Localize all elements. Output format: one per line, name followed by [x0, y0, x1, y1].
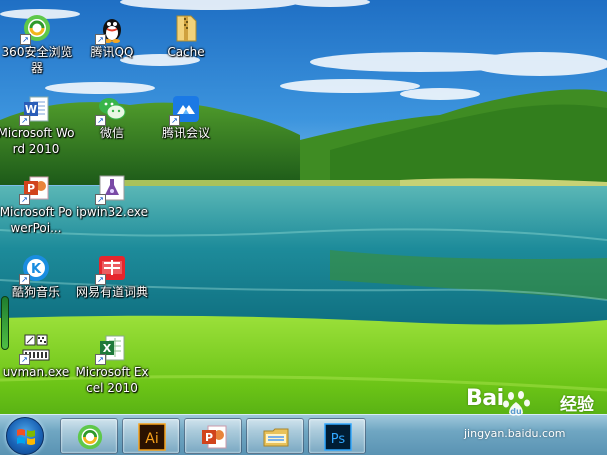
icon-label: 微信 [99, 126, 124, 140]
icon-label: Cache [167, 45, 205, 59]
taskbar-powerpoint[interactable]: P [184, 418, 242, 454]
powerpoint-label: P [205, 431, 213, 444]
qq-penguin-icon: ↗ [95, 13, 127, 45]
wechat-icon: ↗ [95, 94, 127, 126]
kugou-icon: K ↗ [19, 253, 51, 285]
ipwin32-icon: ↗ [95, 173, 127, 205]
icon-label: 360安全浏览器 [1, 45, 73, 75]
icon-label: uvman.exe [2, 365, 70, 379]
shortcut-arrow-icon: ↗ [169, 115, 180, 126]
shortcut-arrow-icon: ↗ [95, 354, 106, 365]
taskbar-explorer[interactable] [246, 418, 304, 454]
shortcut-arrow-icon: ↗ [20, 34, 31, 45]
icon-label: 网易有道词典 [75, 285, 148, 299]
icon-label: ipwin32.exe [75, 205, 149, 219]
360-browser-icon [76, 423, 104, 451]
desktop-icon-youdao[interactable]: ↗ 网易有道词典 [73, 253, 151, 300]
illustrator-label: Ai [145, 431, 158, 447]
taskbar-photoshop[interactable]: Ps [308, 418, 366, 454]
icon-label: 腾讯QQ [90, 45, 134, 59]
icon-label: Microsoft Excel 2010 [75, 365, 149, 395]
icon-label: 酷狗音乐 [11, 285, 60, 299]
taskbar-360-browser[interactable] [60, 418, 118, 454]
360-browser-icon: ↗ [20, 13, 52, 45]
desktop-icon-qq[interactable]: ↗ 腾讯QQ [73, 13, 151, 60]
shortcut-arrow-icon: ↗ [19, 194, 30, 205]
icon-label: Microsoft Word 2010 [0, 126, 75, 156]
shortcut-arrow-icon: ↗ [19, 354, 30, 365]
desktop-icon-powerpoint[interactable]: P ↗ Microsoft PowerPoi... [0, 173, 75, 236]
shortcut-arrow-icon: ↗ [19, 115, 30, 126]
icon-label: 腾讯会议 [161, 126, 210, 140]
desktop-icon-wechat[interactable]: ↗ 微信 [73, 94, 151, 141]
desktop-icon-360-browser[interactable]: ↗ 360安全浏览器 [0, 13, 76, 76]
shortcut-arrow-icon: ↗ [19, 274, 30, 285]
tencent-meeting-icon: ↗ [169, 94, 201, 126]
uvman-icon: ↗ [19, 333, 51, 365]
shortcut-arrow-icon: ↗ [95, 115, 106, 126]
powerpoint-icon: P [200, 423, 228, 451]
excel-icon: X ↗ [95, 333, 127, 365]
windows-start-icon [17, 429, 35, 445]
svg-text:K: K [31, 262, 42, 277]
powerpoint-icon: P ↗ [19, 173, 51, 205]
shortcut-arrow-icon: ↗ [95, 194, 106, 205]
photoshop-label: Ps [331, 432, 346, 447]
desktop-icon-word[interactable]: W ↗ Microsoft Word 2010 [0, 94, 75, 157]
photoshop-icon: Ps [324, 423, 352, 451]
desktop-icon-kugou[interactable]: K ↗ 酷狗音乐 [0, 253, 75, 300]
icon-label: Microsoft PowerPoi... [0, 205, 73, 235]
shortcut-arrow-icon: ↗ [95, 34, 106, 45]
word-icon: W ↗ [19, 94, 51, 126]
desktop-icon-excel[interactable]: X ↗ Microsoft Excel 2010 [73, 333, 151, 396]
desktop-icon-uvman[interactable]: ↗ uvman.exe [0, 333, 75, 380]
folder-zipper-icon [171, 13, 201, 43]
illustrator-icon: Ai [138, 423, 166, 451]
desktop-icon-tencent-meeting[interactable]: ↗ 腾讯会议 [147, 94, 225, 141]
taskbar-illustrator[interactable]: Ai [122, 418, 180, 454]
desktop-icon-ipwin32[interactable]: ↗ ipwin32.exe [73, 173, 151, 220]
shortcut-arrow-icon: ↗ [95, 274, 106, 285]
youdao-dict-icon: ↗ [95, 253, 127, 285]
start-button[interactable] [6, 417, 44, 455]
desktop-icon-cache[interactable]: Cache [147, 13, 225, 60]
folder-icon [262, 423, 290, 451]
taskbar: Ai P Ps [0, 414, 607, 455]
